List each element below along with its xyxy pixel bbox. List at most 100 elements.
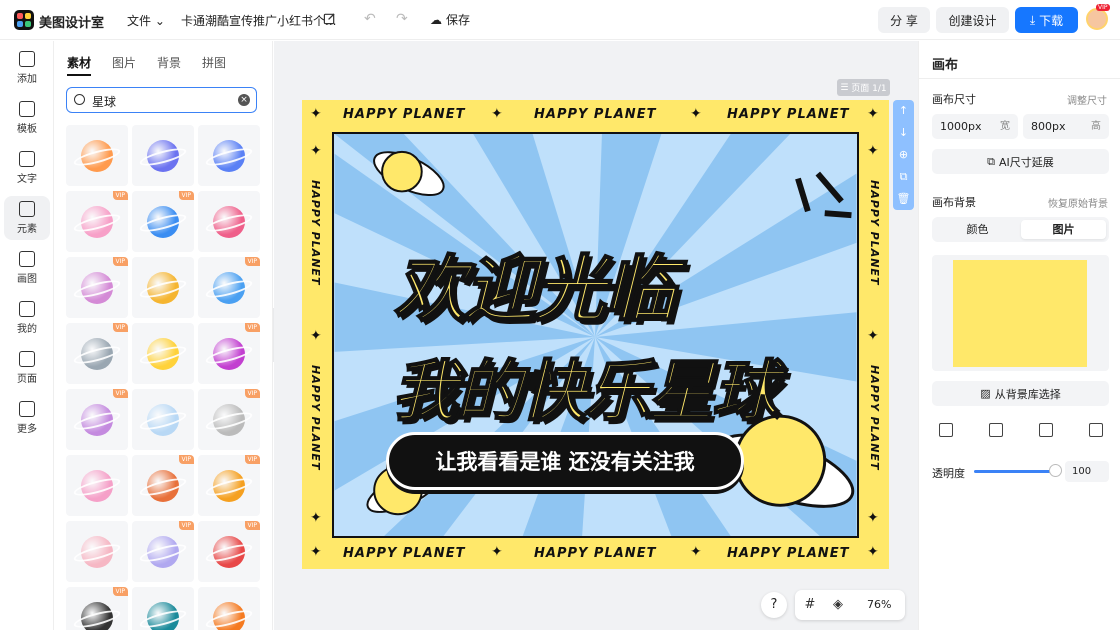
- asset-thumbnail[interactable]: VIP: [132, 521, 194, 582]
- undo-icon[interactable]: ↶: [364, 11, 380, 27]
- asset-thumbnail[interactable]: [132, 323, 194, 384]
- bg-preview[interactable]: [932, 255, 1109, 371]
- nav-item-5[interactable]: 我的: [4, 296, 50, 340]
- banner-text-top-2[interactable]: HAPPY PLANET: [534, 107, 656, 122]
- save-button[interactable]: ☁ 保存: [430, 11, 470, 28]
- resize-link[interactable]: 调整尺寸: [1067, 92, 1107, 107]
- asset-thumbnail[interactable]: [132, 125, 194, 186]
- file-menu[interactable]: 文件 ⌄: [127, 12, 165, 29]
- tab-0[interactable]: 素材: [67, 54, 92, 76]
- width-field[interactable]: 1000px 宽: [932, 114, 1018, 139]
- grid-icon[interactable]: #: [803, 598, 817, 612]
- nav-item-1[interactable]: 模板: [4, 96, 50, 140]
- opacity-slider[interactable]: [974, 470, 1058, 473]
- choose-bg-button[interactable]: ▨ 从背景库选择: [932, 381, 1109, 406]
- tab-color[interactable]: 颜色: [935, 220, 1020, 239]
- asset-thumbnail[interactable]: VIP: [132, 191, 194, 252]
- image-icon: ▨: [980, 387, 991, 400]
- asset-thumbnail[interactable]: VIP: [66, 191, 128, 252]
- banner-text-bottom-3[interactable]: HAPPY PLANET: [727, 546, 849, 561]
- asset-thumbnail[interactable]: [198, 125, 260, 186]
- asset-thumbnail[interactable]: [132, 389, 194, 450]
- banner-text-bottom-1[interactable]: HAPPY PLANET: [343, 546, 465, 561]
- shapes-icon: [19, 201, 35, 217]
- tab-2[interactable]: 背景: [157, 54, 181, 76]
- ai-extend-button[interactable]: ⧉ AI尺寸延展: [932, 149, 1109, 174]
- opacity-value[interactable]: 100: [1065, 461, 1109, 482]
- banner-text-right-2[interactable]: HAPPY PLANET: [868, 365, 881, 470]
- create-design-button[interactable]: 创建设计: [936, 7, 1009, 33]
- headline-primary[interactable]: 欢迎光临: [393, 230, 677, 335]
- opacity-slider-handle[interactable]: [1049, 464, 1062, 477]
- asset-thumbnail[interactable]: [66, 125, 128, 186]
- asset-thumbnail[interactable]: [198, 191, 260, 252]
- asset-thumbnail[interactable]: [66, 455, 128, 516]
- asset-thumbnail[interactable]: VIP: [66, 323, 128, 384]
- asset-thumbnail[interactable]: [198, 587, 260, 630]
- asset-thumbnail[interactable]: VIP: [198, 455, 260, 516]
- headline-secondary[interactable]: 我的快乐星球: [391, 338, 779, 434]
- help-button[interactable]: ?: [761, 592, 787, 618]
- asset-thumbnail[interactable]: VIP: [132, 455, 194, 516]
- nav-item-label: 元素: [17, 224, 37, 235]
- height-field[interactable]: 800px 高: [1023, 114, 1109, 139]
- asset-thumbnail[interactable]: VIP: [66, 389, 128, 450]
- avatar[interactable]: [1086, 8, 1108, 30]
- zoom-level[interactable]: 76%: [867, 598, 891, 611]
- crop-icon[interactable]: [939, 423, 953, 437]
- tab-image[interactable]: 图片: [1021, 220, 1106, 239]
- edit-icon[interactable]: [323, 12, 336, 25]
- asset-thumbnail[interactable]: [132, 587, 194, 630]
- tab-1[interactable]: 图片: [112, 54, 136, 76]
- sparkle-icon: ✦: [867, 143, 879, 159]
- app-logo-icon[interactable]: [14, 10, 34, 30]
- asset-thumbnail[interactable]: VIP: [66, 587, 128, 630]
- search-input[interactable]: 星球 ×: [66, 87, 257, 113]
- canvas-bg-label: 画布背景: [932, 196, 976, 209]
- add-page-icon[interactable]: ⊕: [893, 144, 914, 166]
- banner-text-top-1[interactable]: HAPPY PLANET: [343, 107, 465, 122]
- cube-icon: [19, 401, 35, 417]
- banner-text-left-2[interactable]: HAPPY PLANET: [309, 365, 322, 470]
- delete-page-icon[interactable]: 🗑: [893, 188, 914, 210]
- nav-item-6[interactable]: 页面: [4, 346, 50, 390]
- asset-thumbnail[interactable]: VIP: [198, 257, 260, 318]
- redo-icon[interactable]: ↷: [396, 11, 412, 27]
- tagline-pill[interactable]: 让我看看是谁 还没有关注我: [386, 432, 744, 490]
- design-canvas[interactable]: 欢迎光临 我的快乐星球 让我看看是谁 还没有关注我 HAPPY PLANET H…: [302, 100, 889, 569]
- share-button[interactable]: 分 享: [878, 7, 930, 33]
- asset-thumbnail[interactable]: [132, 257, 194, 318]
- banner-text-top-3[interactable]: HAPPY PLANET: [727, 107, 849, 122]
- nav-item-4[interactable]: 画图: [4, 246, 50, 290]
- layers-icon[interactable]: ◈: [831, 598, 845, 612]
- clear-icon[interactable]: ×: [238, 94, 250, 106]
- flip-vertical-icon[interactable]: [1089, 423, 1103, 437]
- asset-thumbnail[interactable]: [66, 521, 128, 582]
- move-up-icon[interactable]: ↑: [893, 100, 914, 122]
- banner-text-left-1[interactable]: HAPPY PLANET: [309, 180, 322, 285]
- asset-thumbnail[interactable]: VIP: [198, 389, 260, 450]
- replace-image-icon[interactable]: [989, 423, 1003, 437]
- nav-item-0[interactable]: 添加: [4, 46, 50, 90]
- tab-3[interactable]: 拼图: [202, 54, 226, 76]
- asset-thumbnail[interactable]: VIP: [198, 323, 260, 384]
- banner-text-right-1[interactable]: HAPPY PLANET: [868, 180, 881, 285]
- banner-text-bottom-2[interactable]: HAPPY PLANET: [534, 546, 656, 561]
- restore-bg-link[interactable]: 恢复原始背景: [1048, 195, 1108, 210]
- nav-item-2[interactable]: 文字: [4, 146, 50, 190]
- flip-horizontal-icon[interactable]: [1039, 423, 1053, 437]
- panel-title: 画布: [932, 58, 959, 73]
- asset-thumbnail[interactable]: VIP: [198, 521, 260, 582]
- sparkle-icon: ✦: [867, 544, 879, 560]
- duplicate-page-icon[interactable]: ⧉: [893, 166, 914, 188]
- move-down-icon[interactable]: ↓: [893, 122, 914, 144]
- brand-name[interactable]: 美图设计室: [39, 12, 104, 31]
- nav-item-7[interactable]: 更多: [4, 396, 50, 440]
- asset-thumbnail[interactable]: VIP: [66, 257, 128, 318]
- vip-badge: VIP: [112, 587, 128, 596]
- download-button[interactable]: ⤓ 下载: [1015, 7, 1078, 33]
- nav-item-3[interactable]: 元素: [4, 196, 50, 240]
- poster-inner-frame: 欢迎光临 我的快乐星球 让我看看是谁 还没有关注我: [332, 132, 859, 538]
- document-title[interactable]: 卡通潮酷宣传推广小红书个...: [181, 12, 336, 29]
- vip-badge: VIP: [112, 323, 128, 332]
